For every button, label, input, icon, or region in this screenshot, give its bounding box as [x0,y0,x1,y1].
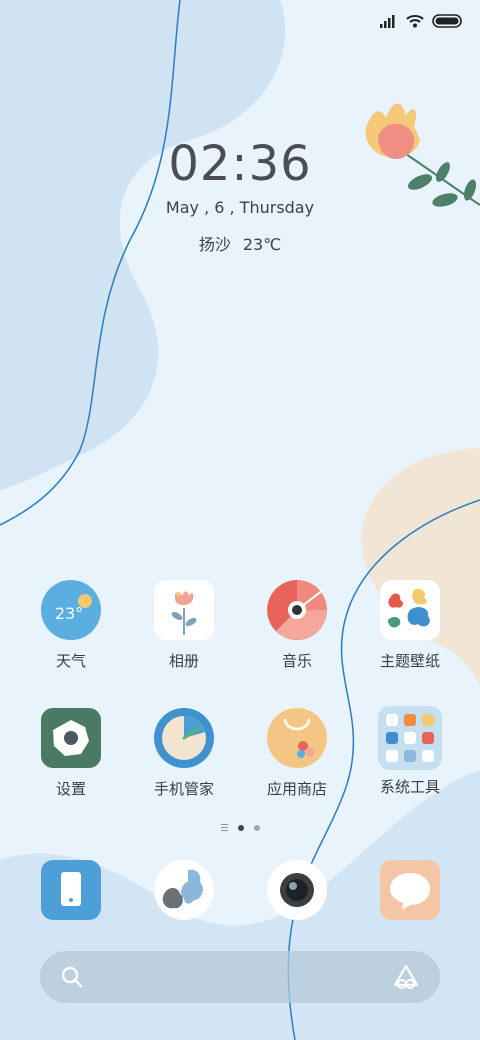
app-store-icon [267,708,327,768]
weather-city: 扬沙 [198,235,231,254]
app-label: 应用商店 [266,780,327,798]
app-label: 手机管家 [153,780,214,798]
clock-date: May , 6 , Thursday [165,198,315,217]
dock-phone[interactable] [41,860,101,920]
app-label: 音乐 [281,652,312,670]
page-indicator[interactable] [0,824,480,831]
app-label: 主题壁纸 [379,652,440,670]
dock-camera[interactable] [267,860,327,920]
wifi-icon [406,15,424,28]
weather-summary: 扬沙 23℃ [0,231,480,255]
settings-icon [41,708,101,768]
clock-time: 02:36 [168,136,312,192]
security-icon [154,708,214,768]
phone-icon [41,860,101,920]
browser-icon [154,860,214,920]
assistant-icon[interactable] [392,963,420,991]
app-folder-tools[interactable]: 系统工具 [355,706,465,797]
weather-icon: 23° [41,580,101,640]
music-icon [267,580,327,640]
gallery-icon [154,580,214,640]
page-dot-1[interactable] [237,824,244,831]
camera-icon [267,860,327,920]
app-settings[interactable]: 设置 [16,708,126,799]
app-label: 天气 [55,652,86,670]
weather-temperature: 23℃ [242,235,282,254]
status-bar [380,10,462,32]
page-dot-2[interactable] [253,824,260,831]
search-icon[interactable] [60,965,84,989]
weather-icon-badge: 23° [55,604,83,623]
dock-messages[interactable] [380,860,440,920]
signal-icon [380,15,395,28]
folder-icon [378,706,442,770]
clock-widget[interactable]: 02:36 May , 6 , Thursday 扬沙 23℃ [0,136,480,255]
app-store[interactable]: 应用商店 [242,708,352,799]
app-themes[interactable]: 主题壁纸 [355,580,465,671]
messages-icon [380,860,440,920]
hamburger-icon [220,824,228,831]
app-gallery[interactable]: 相册 [129,580,239,671]
dock-browser[interactable] [154,860,214,920]
battery-icon [432,14,462,28]
app-music[interactable]: 音乐 [242,580,352,671]
themes-icon [380,580,440,640]
app-security[interactable]: 手机管家 [129,708,239,799]
app-label: 设置 [55,780,86,798]
app-label: 系统工具 [379,778,440,796]
search-bar[interactable] [40,951,440,1003]
app-weather[interactable]: 23° 天气 [16,580,126,671]
app-label: 相册 [168,652,199,670]
